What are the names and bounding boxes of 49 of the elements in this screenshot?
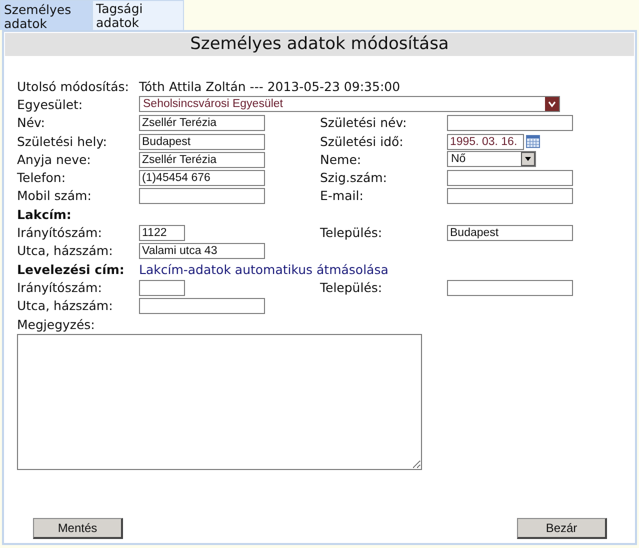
field-label: Születési név: <box>320 115 408 130</box>
field-label: Anyja neve: <box>17 152 92 167</box>
input-field[interactable]: 1122 <box>139 225 185 242</box>
calendar-icon[interactable] <box>526 134 540 148</box>
form-title: Személyes adatok módosítása <box>5 33 634 56</box>
section-heading: Lakcím: <box>17 206 72 222</box>
field-label: Telefon: <box>17 170 67 186</box>
input-field[interactable] <box>447 188 573 204</box>
field-label: Település: <box>320 280 384 295</box>
input-field[interactable] <box>139 188 265 204</box>
field-label: E-mail: <box>320 188 364 204</box>
last-modified-text: Tóth Attila Zoltán --- 2013-05-23 09:35:00 <box>139 78 402 94</box>
field-label: Szig.szám: <box>320 170 388 186</box>
field-label: Születési idő: <box>320 134 404 149</box>
field-label: Utca, házszám: <box>17 298 114 314</box>
field-label: Irányítószám: <box>17 225 103 240</box>
input-field[interactable] <box>139 298 265 314</box>
input-field[interactable] <box>447 170 573 186</box>
caret-icon <box>545 97 559 112</box>
association-dropdown[interactable]: Seholsincsvárosi Egyesület <box>139 96 560 112</box>
input-field[interactable] <box>447 280 573 296</box>
input-field[interactable]: (1)45454 676 <box>139 170 265 186</box>
input-field[interactable] <box>447 115 573 132</box>
notes-field[interactable] <box>17 334 422 470</box>
close-button[interactable]: Bezár <box>517 518 607 539</box>
section-heading: Levelezési cím: <box>17 262 126 277</box>
field-label: Mobil szám: <box>17 188 92 204</box>
field-label: Település: <box>320 225 384 240</box>
input-field[interactable]: Budapest <box>447 225 573 242</box>
field-label: Születési hely: <box>17 134 108 149</box>
field-label: Név: <box>17 115 46 130</box>
caret-icon <box>521 152 535 166</box>
field-label: Utolsó módosítás: <box>17 78 130 94</box>
gender-dropdown[interactable]: Nő <box>447 151 536 168</box>
tab[interactable]: Személyes adatok <box>0 0 92 30</box>
input-field[interactable]: Budapest <box>139 134 265 150</box>
input-field[interactable]: Valami utca 43 <box>139 243 265 260</box>
save-button[interactable]: Mentés <box>33 518 123 539</box>
field-label: Egyesület: <box>17 96 84 112</box>
input-field[interactable] <box>139 280 185 296</box>
input-field[interactable]: Zsellér Terézia <box>139 115 265 132</box>
copy-address-link[interactable]: Lakcím-adatok automatikus átmásolása <box>139 262 635 277</box>
field-label: Megjegyzés: <box>17 316 96 332</box>
date-field[interactable]: 1995. 03. 16. <box>447 134 524 150</box>
field-label: Neme: <box>320 152 362 167</box>
field-label: Utca, házszám: <box>17 243 114 258</box>
input-field[interactable]: Zsellér Terézia <box>139 152 265 168</box>
field-label: Irányítószám: <box>17 280 103 295</box>
tab[interactable]: Tagsági adatok <box>92 0 184 30</box>
